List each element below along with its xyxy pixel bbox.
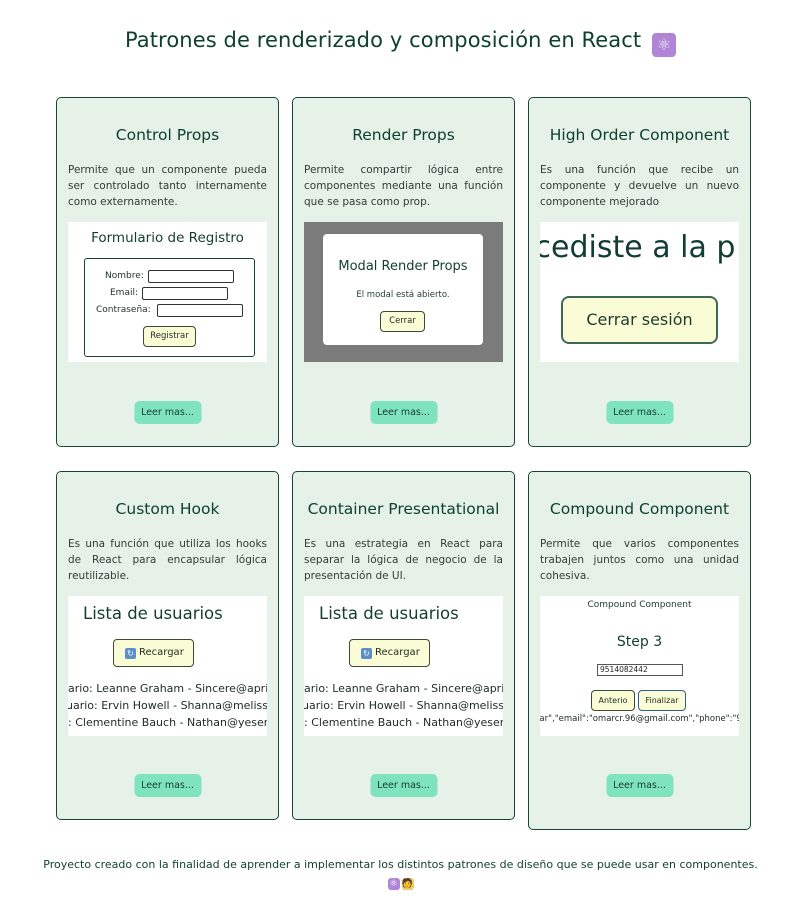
previous-button[interactable]: Anterio (591, 690, 635, 711)
card-title: Compound Component (549, 500, 730, 518)
card-preview: ccediste a la p Cerrar sesión (540, 222, 739, 362)
step-indicator: Step 3 (616, 634, 663, 650)
users-list-title: Lista de usuarios (319, 604, 459, 623)
read-more-button[interactable]: Leer mas... (370, 401, 437, 424)
user-list-item: ario: Leanne Graham - Sincere@april.biz (68, 682, 267, 695)
atom-icon: ⚛ (652, 33, 677, 57)
refresh-icon: ↻ (361, 648, 372, 659)
registration-form: Nombre: Email: Contraseña: Registrar (84, 258, 255, 357)
card-preview: Lista de usuarios ↻ Recargar ario: Leanne… (68, 596, 267, 736)
refresh-icon: ↻ (125, 648, 136, 659)
form-data-output: nar","email":"omarcr.96@gmail.com","phon… (540, 714, 739, 724)
card-description: Permite que varios componentes trabajen … (540, 538, 739, 582)
modal-dialog: Modal Render Props El modal está abierto… (323, 234, 483, 345)
card-compound-component: Compound Component Permite que varios co… (528, 471, 751, 830)
user-list-item: : Clementine Bauch - Nathan@yesenia.net (304, 716, 503, 729)
card-description: Es una función que recibe un componente … (540, 164, 739, 208)
logout-button[interactable]: Cerrar sesión (561, 296, 718, 344)
modal-title: Modal Render Props (338, 259, 468, 274)
name-label: Nombre: (105, 271, 144, 281)
card-container-presentational: Container Presentational Es una estrateg… (292, 471, 515, 820)
users-list-title: Lista de usuarios (83, 604, 223, 623)
welcome-marquee: ccediste a la p (540, 230, 736, 265)
read-more-button[interactable]: Leer mas... (606, 401, 673, 424)
footer-text: Proyecto creado con la finalidad de apre… (43, 858, 758, 871)
card-control-props: Control Props Permite que un componente … (56, 97, 279, 447)
user-list-item: ario: Leanne Graham - Sincere@april.biz (304, 682, 503, 695)
email-label: Email: (110, 288, 139, 298)
name-input[interactable] (148, 270, 234, 283)
page-title-text: Patrones de renderizado y composición en… (124, 28, 642, 52)
read-more-button[interactable]: Leer mas... (134, 774, 201, 797)
reload-label: Recargar (375, 647, 420, 658)
card-title: High Order Component (549, 126, 730, 144)
footer: Proyecto creado con la finalidad de apre… (0, 857, 801, 890)
modal-text: El modal está abierto. (356, 290, 450, 300)
card-description: Permite que un componente pueda ser cont… (68, 164, 267, 208)
finish-button[interactable]: Finalizar (638, 690, 686, 711)
password-label: Contraseña: (96, 305, 151, 315)
reload-button[interactable]: ↻ Recargar (113, 639, 194, 667)
form-title: Formulario de Registro (91, 230, 244, 246)
card-custom-hook: Custom Hook Es una función que utiliza l… (56, 471, 279, 820)
card-title: Control Props (115, 126, 220, 144)
read-more-button[interactable]: Leer mas... (370, 774, 437, 797)
card-description: Es una estrategia en React para separar … (304, 538, 503, 582)
card-title: Render Props (352, 126, 455, 144)
card-title: Custom Hook (115, 500, 220, 518)
close-modal-button[interactable]: Cerrar (380, 311, 425, 332)
password-input[interactable] (157, 304, 243, 317)
card-render-props: Render Props Permite compartir lógica en… (292, 97, 515, 447)
email-input[interactable] (142, 287, 228, 300)
compound-header: Compound Component (587, 600, 692, 610)
card-preview: Modal Render Props El modal está abierto… (304, 222, 503, 362)
reload-label: Recargar (139, 647, 184, 658)
technologist-icon: 🧑 (401, 878, 414, 890)
card-description: Es una función que utiliza los hooks de … (68, 538, 267, 582)
card-description: Permite compartir lógica entre component… (304, 164, 503, 208)
read-more-button[interactable]: Leer mas... (134, 401, 201, 424)
user-list-item: uario: Ervin Howell - Shanna@melissa.tv (304, 699, 503, 712)
atom-icon: ⚛ (387, 878, 400, 890)
card-high-order-component: High Order Component Es una función que … (528, 97, 751, 447)
card-preview: Lista de usuarios ↻ Recargar ario: Leanne… (304, 596, 503, 736)
page-title: Patrones de renderizado y composición en… (0, 28, 801, 57)
user-list-item: : Clementine Bauch - Nathan@yesenia.net (68, 716, 267, 729)
modal-overlay: Modal Render Props El modal está abierto… (304, 222, 503, 362)
reload-button[interactable]: ↻ Recargar (349, 639, 430, 667)
card-preview: Formulario de Registro Nombre: Email: Co… (68, 222, 267, 362)
read-more-button[interactable]: Leer mas... (606, 774, 673, 797)
card-title: Container Presentational (307, 500, 500, 518)
card-preview: Compound Component Step 3 9514082442 Ant… (540, 596, 739, 736)
register-button[interactable]: Registrar (143, 326, 196, 347)
user-list-item: uario: Ervin Howell - Shanna@melissa.tv (68, 699, 267, 712)
phone-input[interactable]: 9514082442 (597, 664, 683, 676)
